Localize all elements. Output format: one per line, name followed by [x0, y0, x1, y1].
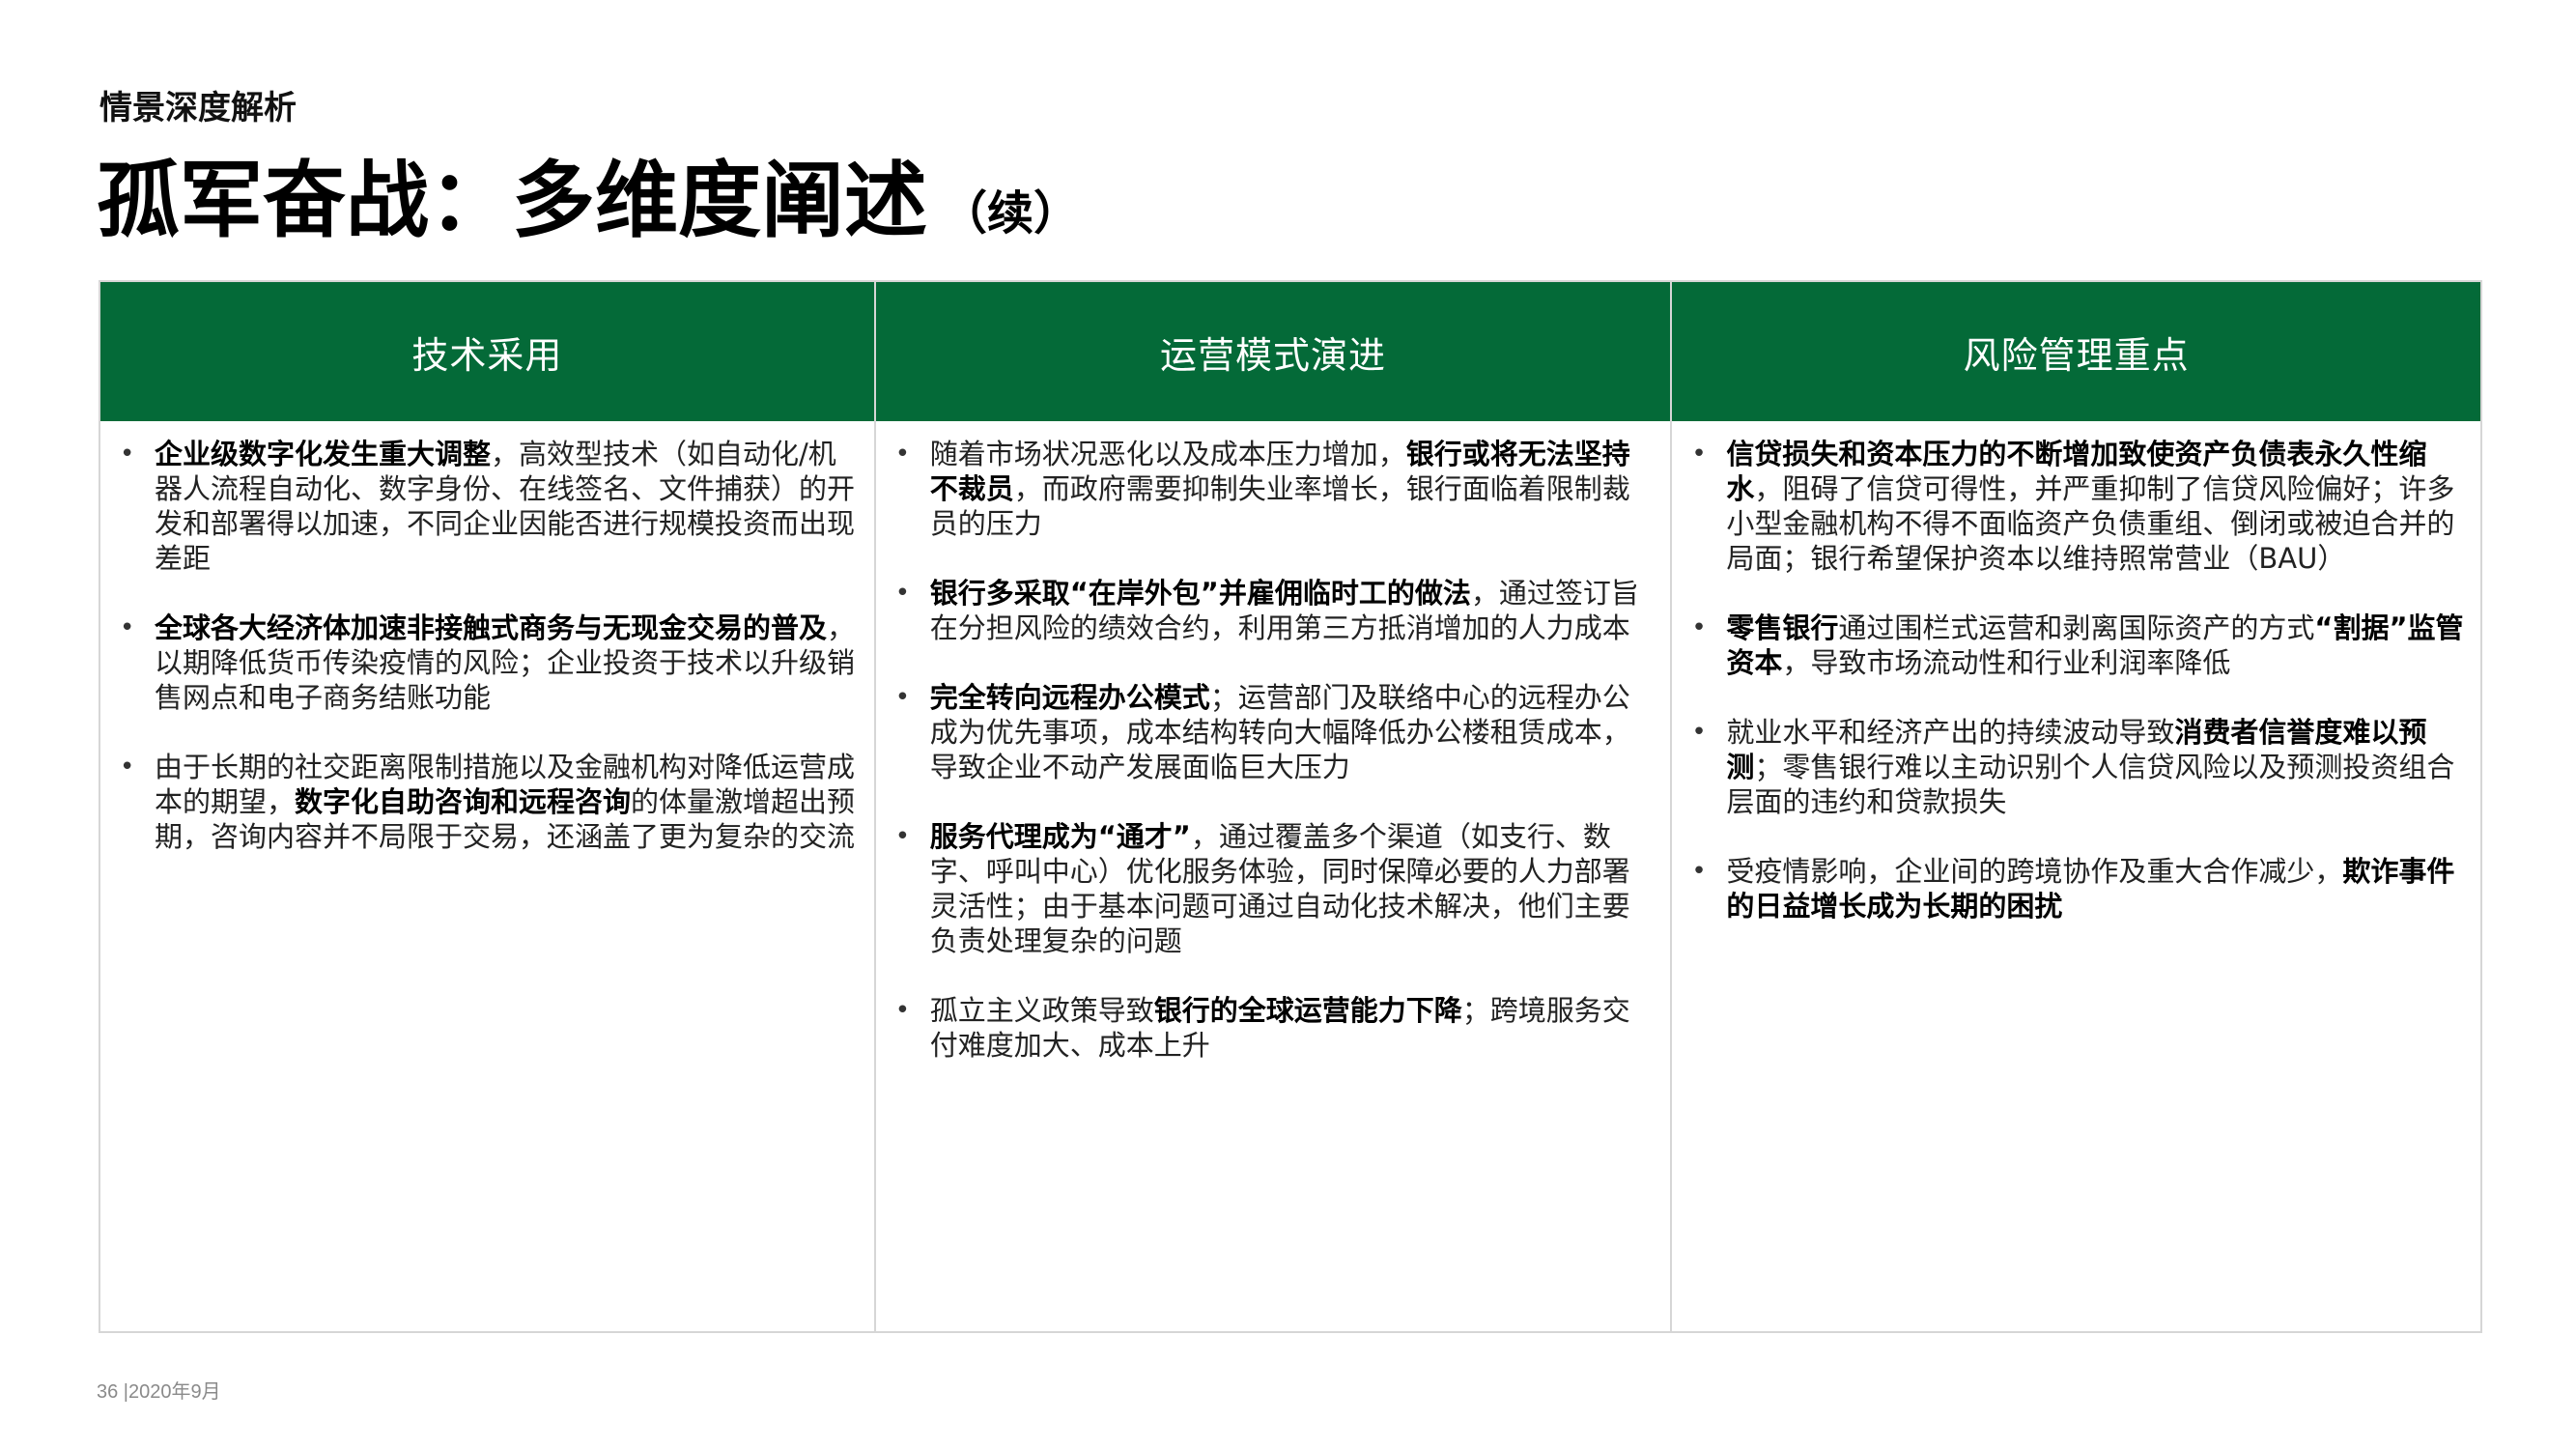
bullet-bold-text: 零售银行 — [1726, 611, 1839, 644]
bullet-text: 随着市场状况恶化以及成本压力增加， — [929, 438, 1406, 470]
column-body: 企业级数字化发生重大调整，高效型技术（如自动化/机器人流程自动化、数字身份、在线… — [100, 421, 874, 854]
bullet-item: 受疫情影响，企业间的跨境协作及重大合作减少，欺诈事件的日益增长成为长期的困扰 — [1689, 854, 2465, 923]
column-body: 信贷损失和资本压力的不断增加致使资产负债表永久性缩水，阻碍了信贷可得性，并严重抑… — [1672, 421, 2480, 923]
bullet-bold-text: 完全转向远程办公模式 — [929, 681, 1210, 714]
bullet-item: 完全转向远程办公模式；运营部门及联络中心的远程办公成为优先事项，成本结构转向大幅… — [893, 680, 1656, 784]
page-title-suffix: （续） — [941, 186, 1081, 241]
bullet-item: 孤立主义政策导致银行的全球运营能力下降；跨境服务交付难度加大、成本上升 — [893, 993, 1656, 1063]
bullet-text: ；零售银行难以主动识别个人信贷风险以及预测投资组合层面的违约和贷款损失 — [1726, 751, 2455, 818]
page-footer: 36 |2020年9月 — [97, 1381, 221, 1403]
bullet-bold-text: 全球各大经济体加速非接触式商务与无现金交易的普及 — [155, 611, 828, 644]
bullet-list: 随着市场状况恶化以及成本压力增加，银行或将无法坚持不裁员，而政府需要抑制失业率增… — [893, 437, 1656, 1063]
column-operating-model: 运营模式演进 随着市场状况恶化以及成本压力增加，银行或将无法坚持不裁员，而政府需… — [875, 282, 1673, 1331]
bullet-bold-text: 企业级数字化发生重大调整 — [155, 438, 492, 470]
bullet-bold-text: 银行多采取“在岸外包”并雇佣临时工的做法 — [929, 577, 1471, 610]
column-header: 风险管理重点 — [1672, 282, 2480, 421]
bullet-text: 通过围栏式运营和剥离国际资产的方式 — [1838, 611, 2315, 644]
bullet-bold-text: 银行的全球运营能力下降 — [1153, 994, 1462, 1027]
content-table: 技术采用 企业级数字化发生重大调整，高效型技术（如自动化/机器人流程自动化、数字… — [99, 280, 2482, 1333]
bullet-item: 信贷损失和资本压力的不断增加致使资产负债表永久性缩水，阻碍了信贷可得性，并严重抑… — [1689, 437, 2465, 576]
bullet-list: 信贷损失和资本压力的不断增加致使资产负债表永久性缩水，阻碍了信贷可得性，并严重抑… — [1689, 437, 2465, 923]
bullet-item: 全球各大经济体加速非接触式商务与无现金交易的普及，以期降低货币传染疫情的风险；企… — [118, 611, 859, 715]
bullet-text: ，而政府需要抑制失业率增长，银行面临着限制裁员的压力 — [929, 472, 1630, 540]
page-title-text: 孤军奋战：多维度阐述 — [97, 153, 927, 249]
bullet-item: 银行多采取“在岸外包”并雇佣临时工的做法，通过签订旨在分担风险的绩效合约，利用第… — [893, 576, 1656, 645]
page-title: 孤军奋战：多维度阐述 （续） — [97, 153, 1080, 262]
bullet-item: 由于长期的社交距离限制措施以及金融机构对降低运营成本的期望，数字化自助咨询和远程… — [118, 750, 859, 854]
bullet-bold-text: 数字化自助咨询和远程咨询 — [295, 785, 632, 818]
bullet-item: 就业水平和经济产出的持续波动导致消费者信誉度难以预测；零售银行难以主动识别个人信… — [1689, 715, 2465, 819]
bullet-list: 企业级数字化发生重大调整，高效型技术（如自动化/机器人流程自动化、数字身份、在线… — [118, 437, 859, 854]
bullet-text: ，阻碍了信贷可得性，并严重抑制了信贷风险偏好；许多小型金融机构不得不面临资产负债… — [1726, 472, 2455, 575]
bullet-item: 服务代理成为“通才”，通过覆盖多个渠道（如支行、数字、呼叫中心）优化服务体验，同… — [893, 819, 1656, 958]
bullet-item: 随着市场状况恶化以及成本压力增加，银行或将无法坚持不裁员，而政府需要抑制失业率增… — [893, 437, 1656, 541]
bullet-text: 孤立主义政策导致 — [929, 994, 1154, 1027]
column-body: 随着市场状况恶化以及成本压力增加，银行或将无法坚持不裁员，而政府需要抑制失业率增… — [876, 421, 1671, 1063]
bullet-text: ，导致市场流动性和行业利润率降低 — [1782, 646, 2231, 679]
bullet-bold-text: 服务代理成为“通才” — [929, 820, 1191, 853]
section-label: 情景深度解析 — [99, 89, 297, 128]
bullet-item: 企业级数字化发生重大调整，高效型技术（如自动化/机器人流程自动化、数字身份、在线… — [118, 437, 859, 576]
column-risk-management: 风险管理重点 信贷损失和资本压力的不断增加致使资产负债表永久性缩水，阻碍了信贷可… — [1672, 282, 2480, 1331]
column-header: 运营模式演进 — [875, 282, 1671, 421]
bullet-text: 受疫情影响，企业间的跨境协作及重大合作减少， — [1726, 855, 2343, 888]
column-header: 技术采用 — [100, 282, 874, 421]
bullet-text: 就业水平和经济产出的持续波动导致 — [1726, 716, 2175, 749]
bullet-item: 零售银行通过围栏式运营和剥离国际资产的方式“割据”监管资本，导致市场流动性和行业… — [1689, 611, 2465, 680]
column-technology-adoption: 技术采用 企业级数字化发生重大调整，高效型技术（如自动化/机器人流程自动化、数字… — [100, 282, 876, 1331]
